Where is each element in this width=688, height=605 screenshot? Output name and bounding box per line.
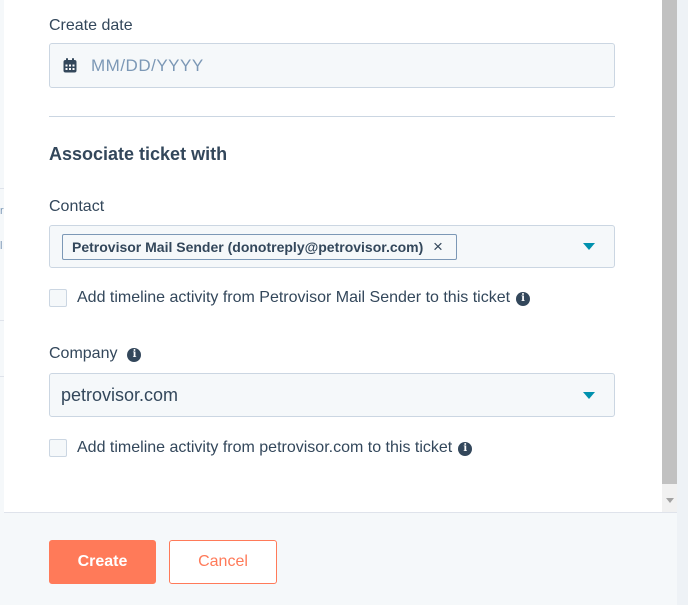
contact-timeline-checkbox[interactable] bbox=[49, 289, 67, 307]
calendar-icon bbox=[63, 58, 77, 73]
chevron-down-icon[interactable] bbox=[583, 392, 595, 399]
create-date-input[interactable]: MM/DD/YYYY bbox=[49, 43, 615, 88]
cancel-button[interactable]: Cancel bbox=[169, 540, 277, 584]
info-icon[interactable]: i bbox=[516, 292, 531, 306]
contact-tag-text: Petrovisor Mail Sender (donotreply@petro… bbox=[72, 239, 424, 255]
company-label: Company i bbox=[49, 345, 142, 363]
create-date-label: Create date bbox=[49, 17, 133, 34]
company-select[interactable]: petrovisor.com bbox=[49, 373, 615, 417]
info-icon[interactable]: i bbox=[458, 442, 473, 456]
chevron-down-icon[interactable] bbox=[583, 243, 595, 250]
info-icon[interactable]: i bbox=[127, 348, 142, 362]
contact-label: Contact bbox=[49, 198, 105, 215]
company-timeline-label[interactable]: Add timeline activity from petrovisor.co… bbox=[77, 439, 473, 457]
company-timeline-checkbox[interactable] bbox=[49, 439, 67, 457]
contact-timeline-label[interactable]: Add timeline activity from Petrovisor Ma… bbox=[77, 289, 531, 307]
background-text-fragment: l bbox=[0, 240, 3, 252]
company-value: petrovisor.com bbox=[61, 385, 179, 405]
close-icon[interactable]: × bbox=[433, 237, 443, 257]
scrollbar-thumb[interactable] bbox=[662, 0, 677, 484]
contact-tag: Petrovisor Mail Sender (donotreply@petro… bbox=[62, 234, 457, 260]
scroll-down-arrow[interactable] bbox=[666, 498, 674, 503]
create-date-placeholder: MM/DD/YYYY bbox=[91, 56, 204, 75]
create-button[interactable]: Create bbox=[49, 540, 156, 584]
section-divider bbox=[49, 116, 615, 117]
contact-select[interactable]: Petrovisor Mail Sender (donotreply@petro… bbox=[49, 225, 615, 268]
associate-section-title: Associate ticket with bbox=[49, 144, 228, 164]
window-edge bbox=[677, 0, 688, 605]
